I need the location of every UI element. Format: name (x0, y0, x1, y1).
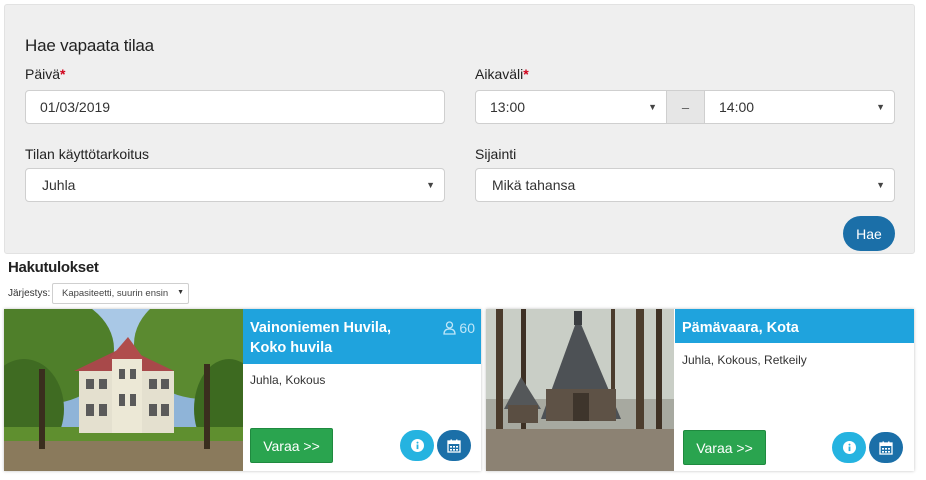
villa-photo[interactable] (4, 309, 243, 471)
location-select[interactable]: Mikä tahansa ▼ (475, 168, 895, 202)
calendar-icon (447, 439, 461, 453)
chevron-down-icon: ▼ (876, 102, 885, 112)
info-button[interactable] (400, 430, 434, 461)
info-button[interactable] (832, 432, 866, 463)
book-button[interactable]: Varaa >> (683, 430, 766, 465)
card-tags: Juhla, Kokous (250, 373, 326, 387)
time-start-select[interactable]: 13:00 ▼ (475, 90, 667, 124)
time-label: Aikaväli* (475, 66, 529, 82)
result-card: Vainoniemen Huvila, Koko huvila 60 Juhla… (4, 309, 481, 471)
user-icon (443, 321, 457, 335)
card-title[interactable]: Vainoniemen Huvila, Koko huvila 60 (243, 309, 481, 364)
result-card: Pämävaara, Kota Juhla, Kokous, Retkeily … (486, 309, 914, 471)
results-title: Hakutulokset (8, 259, 99, 276)
calendar-icon (879, 441, 893, 455)
date-label: Päivä* (25, 66, 66, 82)
sort-select[interactable]: Kapasiteetti, suurin ensin ▼ (52, 283, 189, 304)
card-title[interactable]: Pämävaara, Kota (675, 309, 914, 343)
hut-photo[interactable] (486, 309, 674, 471)
chevron-down-icon: ▼ (177, 289, 184, 296)
time-separator: – (667, 90, 704, 124)
card-tags: Juhla, Kokous, Retkeily (682, 353, 807, 367)
info-icon (410, 439, 424, 452)
search-panel: Hae vapaata tilaa Päivä* 01/03/2019 Aika… (4, 4, 915, 254)
time-end-select[interactable]: 14:00 ▼ (704, 90, 895, 124)
chevron-down-icon: ▼ (876, 180, 885, 190)
location-label: Sijainti (475, 146, 517, 162)
search-button[interactable]: Hae (843, 216, 895, 251)
capacity: 60 (443, 318, 475, 338)
purpose-label: Tilan käyttötarkoitus (25, 146, 149, 162)
calendar-button[interactable] (437, 430, 471, 461)
sort-label: Järjestys: (8, 288, 51, 299)
chevron-down-icon: ▼ (426, 180, 435, 190)
calendar-button[interactable] (869, 432, 903, 463)
search-title: Hae vapaata tilaa (25, 36, 154, 55)
purpose-select[interactable]: Juhla ▼ (25, 168, 445, 202)
chevron-down-icon: ▼ (648, 102, 657, 112)
info-icon (842, 441, 856, 454)
date-input[interactable]: 01/03/2019 (25, 90, 445, 124)
book-button[interactable]: Varaa >> (250, 428, 333, 463)
